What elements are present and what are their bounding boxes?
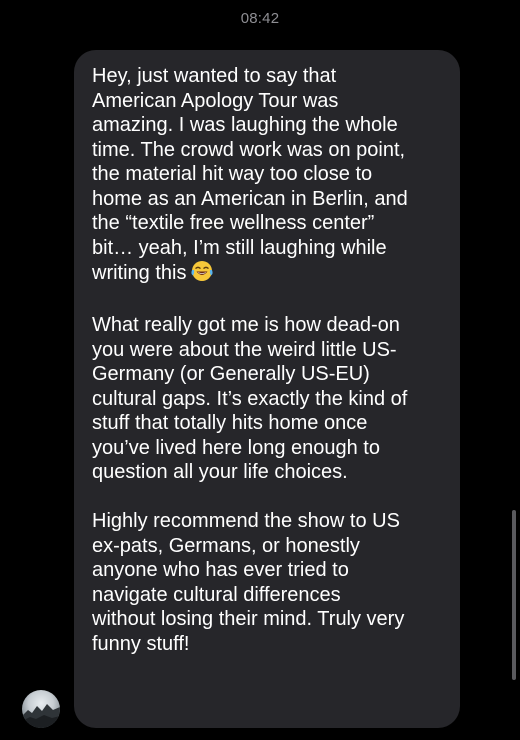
message-line: American Apology Tour was	[92, 89, 339, 112]
message-paragraph-1: Hey, just wanted to say that American Ap…	[92, 64, 444, 289]
message-line: you were about the weird little US-	[92, 338, 397, 361]
message-line: What really got me is how dead-on	[92, 314, 400, 336]
message-line: ex-pats, Germans, or honestly	[92, 534, 360, 557]
message-timestamp: 08:42	[240, 10, 280, 27]
sender-avatar[interactable]	[22, 690, 60, 728]
message-line: funny stuff!	[92, 632, 190, 655]
message-bubble[interactable]: Hey, just wanted to say that American Ap…	[74, 50, 460, 728]
message-line: you’ve lived here long enough to	[92, 436, 380, 459]
scrollbar-thumb[interactable]	[512, 510, 516, 680]
message-line: amazing. I was laughing the whole	[92, 114, 398, 136]
message-line: Germany (or Generally US-EU)	[92, 363, 370, 385]
message-line: Highly recommend the show to US	[92, 510, 400, 532]
message-line: home as an American in Berlin, and	[92, 187, 408, 210]
message-line: the “textile free wellness center”	[92, 212, 375, 234]
message-line: question all your life choices.	[92, 461, 348, 483]
message-line: without losing their mind. Truly very	[92, 608, 405, 630]
chat-screen: 08:42 Hey, just wanted to say that Ameri…	[0, 0, 520, 740]
message-paragraph-3: Highly recommend the show to US ex-pats,…	[92, 509, 444, 656]
message-line-last: writing this	[92, 260, 444, 289]
message-line: time. The crowd work was on point,	[92, 138, 406, 161]
message-line: anyone who has ever tried to	[92, 559, 349, 581]
message-line: bit… yeah, I’m still laughing while	[92, 236, 387, 259]
message-line: stuff that totally hits home once	[92, 412, 368, 434]
laughing-tears-emoji-icon	[190, 260, 214, 289]
message-paragraph-2: What really got me is how dead-on you we…	[92, 313, 444, 485]
message-line: cultural gaps. It’s exactly the kind of	[92, 387, 408, 410]
message-line: Hey, just wanted to say that	[92, 65, 337, 87]
message-line: the material hit way too close to	[92, 163, 373, 185]
avatar-photo-icon	[22, 704, 60, 728]
message-line: navigate cultural differences	[92, 583, 341, 606]
message-line-text: writing this	[92, 262, 187, 284]
